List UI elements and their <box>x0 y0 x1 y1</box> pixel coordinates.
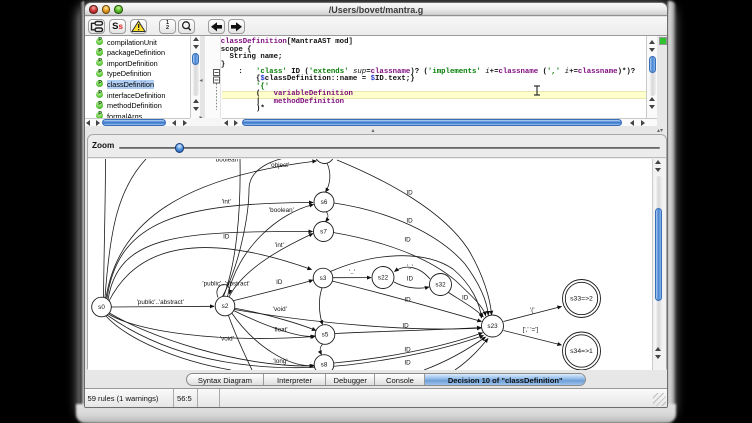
svg-text:s7: s7 <box>320 228 327 235</box>
svg-text:ID: ID <box>462 294 469 301</box>
svg-text:'void': 'void' <box>273 306 287 313</box>
svg-text:s34=>1: s34=>1 <box>570 348 593 355</box>
svg-text:s6: s6 <box>321 199 328 206</box>
svg-text:ID: ID <box>276 279 283 286</box>
svg-text:ID: ID <box>404 359 411 366</box>
svg-text:'int': 'int' <box>275 242 284 249</box>
svg-text:'int': 'int' <box>222 198 231 205</box>
svg-text:ID: ID <box>404 346 411 353</box>
svg-text:'..': '..' <box>407 264 413 271</box>
svg-text:ID: ID <box>404 296 411 303</box>
svg-text:ID: ID <box>402 322 409 329</box>
svg-text:s5: s5 <box>322 331 329 338</box>
svg-text:'float': 'float' <box>273 326 287 333</box>
svg-text:s0: s0 <box>98 304 105 311</box>
svg-text:s3: s3 <box>320 275 327 282</box>
svg-text:'public'..'abstract': 'public'..'abstract' <box>202 280 249 287</box>
svg-text:s22: s22 <box>378 274 389 281</box>
svg-text:ID: ID <box>406 189 413 196</box>
svg-text:s23: s23 <box>487 323 498 330</box>
svg-text:[',' '=']: [',' '='] <box>523 326 539 333</box>
svg-text:ID: ID <box>223 233 230 240</box>
svg-text:'long': 'long' <box>273 358 287 365</box>
svg-text:s32: s32 <box>435 281 446 288</box>
svg-text:ID: ID <box>407 275 414 282</box>
svg-text:'object': 'object' <box>270 162 289 169</box>
svg-text:'boolean': 'boolean' <box>269 207 294 214</box>
svg-text:s2: s2 <box>222 303 229 310</box>
svg-text:'boolean': 'boolean' <box>215 159 240 164</box>
svg-text:s8: s8 <box>321 361 328 368</box>
svg-text:ID: ID <box>404 236 411 243</box>
svg-text:ID: ID <box>406 217 413 224</box>
svg-text:'void': 'void' <box>220 335 234 342</box>
svg-text:s33=>2: s33=>2 <box>570 295 593 302</box>
svg-text:'public'..'abstract': 'public'..'abstract' <box>137 299 184 306</box>
svg-text:'(': '(' <box>530 307 535 314</box>
svg-text:'..': '..' <box>349 269 355 276</box>
